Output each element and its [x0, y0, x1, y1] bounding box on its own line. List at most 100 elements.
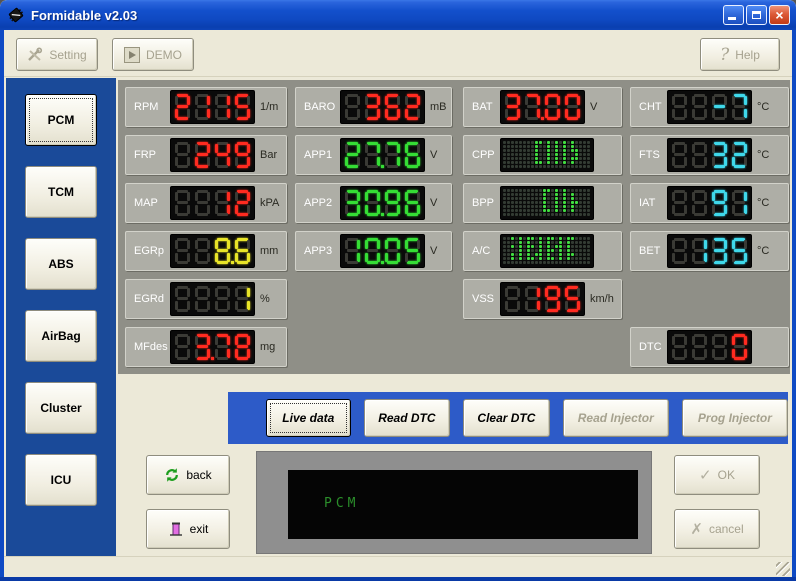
resize-grip[interactable]: [776, 562, 790, 576]
gauge-unit: 1/m: [260, 101, 278, 113]
back-button[interactable]: back: [146, 455, 230, 495]
gauge-unit: kPA: [260, 197, 279, 209]
action-button-label: Clear DTC: [477, 411, 535, 425]
gauge-label: RPM: [126, 101, 170, 113]
gauge-unit: V: [430, 197, 437, 209]
setting-button[interactable]: Setting: [16, 38, 98, 71]
gauge-cht: CHT°C: [630, 87, 789, 127]
sidebar-item-tcm[interactable]: TCM: [25, 166, 97, 218]
seven-segment-display: [667, 234, 752, 268]
title-bar[interactable]: Formidable v2.03 ×: [0, 0, 796, 30]
maximize-button[interactable]: [746, 5, 767, 25]
gauge-unit: V: [430, 245, 437, 257]
chip-icon: [8, 7, 24, 23]
check-icon: ✓: [699, 466, 712, 484]
gauge-iat: IAT °C: [630, 183, 789, 223]
seven-segment-display: [500, 90, 585, 124]
sidebar-item-icu[interactable]: ICU: [25, 454, 97, 506]
sidebar-item-label: ICU: [51, 473, 72, 487]
seven-segment-display: [667, 138, 752, 172]
gauge-label: A/C: [464, 245, 500, 257]
seven-segment-display: [667, 186, 752, 220]
gauge-bpp: BPP: [463, 183, 622, 223]
x-icon: ✗: [690, 520, 703, 538]
window-border-right: [792, 30, 796, 581]
module-sidebar: PCM TCM ABS AirBag Cluster ICU: [6, 78, 116, 557]
read-dtc-button[interactable]: Read DTC: [364, 399, 451, 437]
gauge-label: BAT: [464, 101, 500, 113]
gauge-label: MAP: [126, 197, 170, 209]
gauge-unit: °C: [757, 197, 769, 209]
action-button-label: Live data: [282, 411, 334, 425]
demo-button[interactable]: DEMO: [112, 38, 194, 71]
sidebar-item-label: ABS: [48, 257, 73, 271]
sidebar-item-pcm[interactable]: PCM: [25, 94, 97, 146]
seven-segment-display: [170, 90, 255, 124]
gauge-label: APP1: [296, 149, 340, 161]
sidebar-item-airbag[interactable]: AirBag: [25, 310, 97, 362]
gauge-label: FTS: [631, 149, 667, 161]
back-label: back: [186, 468, 211, 482]
ok-button[interactable]: ✓ OK: [674, 455, 760, 495]
seven-segment-display: [500, 282, 585, 316]
gauge-rpm: RPM 1/m: [125, 87, 287, 127]
help-button[interactable]: ? Help: [700, 38, 780, 71]
help-label: Help: [735, 48, 760, 62]
gauge-label: VSS: [464, 293, 500, 305]
gauge-unit: %: [260, 293, 270, 305]
tools-icon: [27, 47, 43, 63]
gauge-a-c: A/C: [463, 231, 622, 271]
lcd-panel: PCM: [256, 451, 652, 554]
seven-segment-display: [170, 282, 255, 316]
dot-matrix-display: [500, 186, 594, 220]
close-icon: ×: [775, 8, 783, 22]
gauge-map: MAP kPA: [125, 183, 287, 223]
read-injector-button[interactable]: Read Injector: [563, 399, 669, 437]
gauge-unit: km/h: [590, 293, 614, 305]
gauge-unit: mB: [430, 101, 447, 113]
status-bar: [4, 556, 792, 578]
maximize-icon: [752, 11, 761, 19]
exit-door-icon: [168, 521, 184, 537]
lcd-screen: PCM: [288, 470, 638, 539]
gauge-dtc: DTC: [630, 327, 789, 367]
prog-injector-button[interactable]: Prog Injector: [682, 399, 788, 437]
seven-segment-display: [340, 234, 425, 268]
sidebar-item-cluster[interactable]: Cluster: [25, 382, 97, 434]
seven-segment-display: [170, 330, 255, 364]
ok-label: OK: [718, 468, 735, 482]
gauge-mfdes: MFdesmg: [125, 327, 287, 367]
minimize-button[interactable]: [723, 5, 744, 25]
dot-matrix-display: [500, 234, 594, 268]
gauge-label: IAT: [631, 197, 667, 209]
gauge-egrd: EGRd%: [125, 279, 287, 319]
sidebar-item-label: Cluster: [40, 401, 81, 415]
action-button-label: Read Injector: [578, 411, 654, 425]
exit-button[interactable]: exit: [146, 509, 230, 549]
gauge-cpp: CPP: [463, 135, 622, 175]
seven-segment-display: [340, 186, 425, 220]
action-button-label: Prog Injector: [698, 411, 772, 425]
gauge-unit: °C: [757, 245, 769, 257]
gauge-app3: APP3V: [295, 231, 452, 271]
cancel-button[interactable]: ✗ cancel: [674, 509, 760, 549]
setting-label: Setting: [49, 48, 86, 62]
sidebar-item-abs[interactable]: ABS: [25, 238, 97, 290]
live-data-button[interactable]: Live data: [266, 399, 351, 437]
close-button[interactable]: ×: [769, 5, 790, 25]
gauge-unit: mg: [260, 341, 275, 353]
gauge-label: BPP: [464, 197, 500, 209]
gauge-unit: °C: [757, 101, 769, 113]
gauge-label: DTC: [631, 341, 667, 353]
action-button-label: Read DTC: [378, 411, 435, 425]
app-window: Formidable v2.03 × Setting DEMO ? Help P…: [0, 0, 796, 581]
gauge-frp: FRPBar: [125, 135, 287, 175]
cancel-label: cancel: [709, 522, 744, 536]
clear-dtc-button[interactable]: Clear DTC: [463, 399, 550, 437]
gauge-egrp: EGRpmm: [125, 231, 287, 271]
gauge-unit: V: [430, 149, 437, 161]
gauge-app2: APP2V: [295, 183, 452, 223]
refresh-icon: [164, 467, 180, 483]
sidebar-item-label: PCM: [48, 113, 75, 127]
lcd-text: PCM: [324, 496, 359, 511]
